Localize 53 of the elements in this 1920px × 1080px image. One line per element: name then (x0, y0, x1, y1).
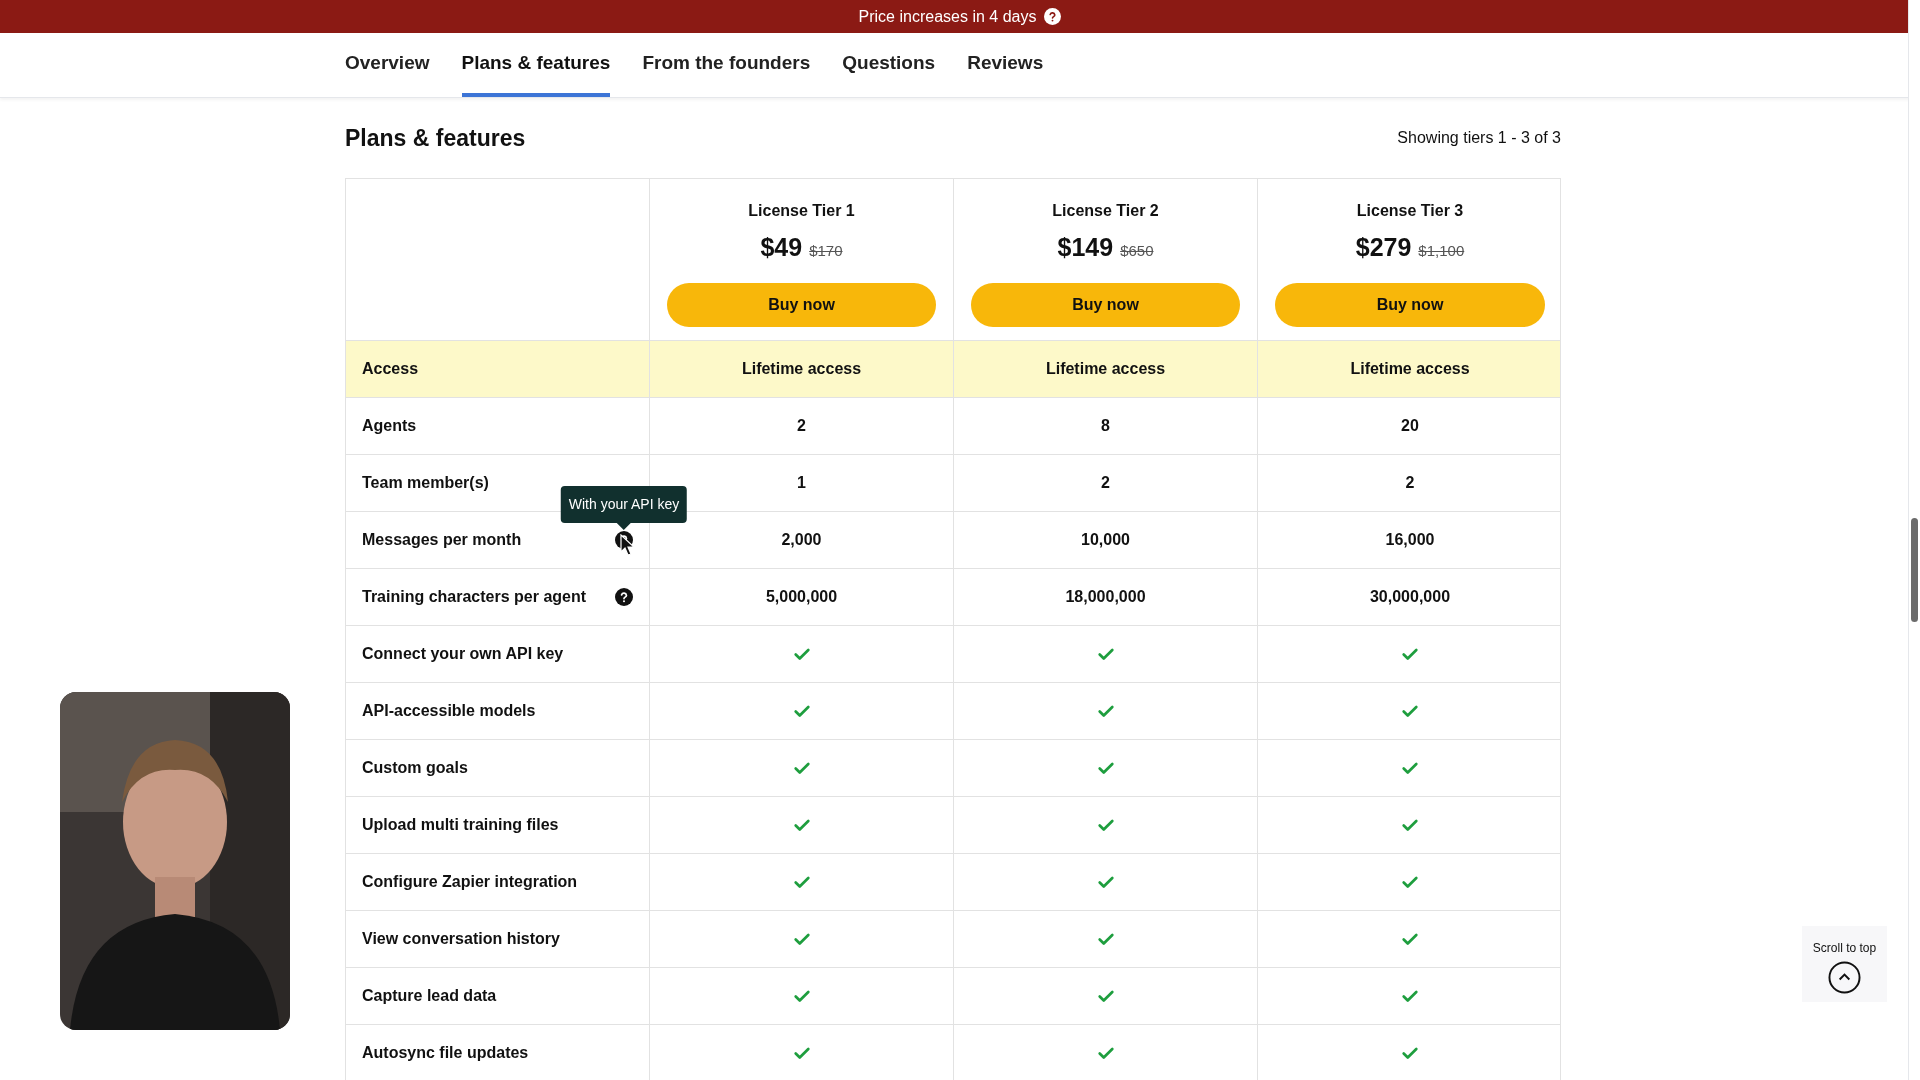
table-cell-text: 30,000,000 (1369, 587, 1451, 607)
table-cell-text: 2 (1405, 473, 1415, 493)
feature-label: Team member(s) (362, 473, 489, 493)
old-price: $170 (809, 241, 843, 261)
table-cell-text: Lifetime access (1045, 359, 1166, 379)
section-title: Plans & features (345, 123, 526, 153)
feature-label: Capture lead data (362, 986, 497, 1006)
scroll-to-top-button[interactable]: Scroll to top (1802, 926, 1887, 1002)
table-cell-text: 2,000 (781, 530, 822, 550)
feature-label: Configure Zapier integration (362, 872, 578, 892)
feature-label: Training characters per agent (362, 587, 587, 607)
tab[interactable]: Overview (345, 33, 430, 97)
feature-label: Access (362, 359, 419, 379)
tier-name: License Tier 2 (1052, 201, 1159, 221)
table-cell-text: 16,000 (1385, 530, 1435, 550)
tier-name: License Tier 3 (1356, 201, 1464, 221)
price: $279 (1355, 232, 1412, 263)
help-icon[interactable] (1044, 8, 1062, 25)
table-cell-text: 10,000 (1081, 530, 1130, 550)
scrollbar-thumb[interactable] (1911, 518, 1918, 622)
feature-label: Autosync file updates (362, 1043, 529, 1063)
table-cell-text: 2 (1101, 473, 1110, 493)
help-icon[interactable] (615, 588, 633, 606)
table-cell-text: 5,000,000 (765, 587, 838, 607)
table-cell-text: 18,000,000 (1065, 587, 1146, 607)
cursor-icon (620, 534, 634, 556)
feature-label: Upload multi training files (362, 815, 559, 835)
tab[interactable]: Questions (842, 33, 936, 97)
feature-label: Custom goals (362, 758, 468, 778)
buy-button[interactable]: Buy now (971, 282, 1240, 327)
feature-label: View conversation history (362, 929, 560, 949)
price: $149 (1057, 232, 1114, 263)
feature-label: API-accessible models (362, 701, 536, 721)
tier-count: Showing tiers 1 - 3 of 3 (1397, 128, 1561, 148)
table-cell-text: Lifetime access (741, 359, 862, 379)
price: $49 (760, 232, 803, 263)
table-cell-text: 2 (797, 416, 806, 436)
banner-text: Price increases in 4 days (858, 6, 1037, 27)
buy-button[interactable]: Buy now (667, 282, 936, 327)
table-cell-text: Lifetime access (1350, 359, 1470, 379)
tier-name: License Tier 1 (748, 201, 855, 221)
old-price: $650 (1120, 241, 1154, 261)
table-cell-text: 20 (1401, 416, 1419, 436)
tab[interactable]: Reviews (967, 33, 1044, 97)
tab[interactable]: From the founders (642, 33, 811, 97)
table-cell-text: 1 (797, 473, 806, 493)
feature-label: Agents (362, 416, 417, 436)
old-price: $1,100 (1418, 241, 1465, 261)
table-cell-text: 8 (1101, 416, 1110, 436)
feature-label: Connect your own API key (362, 644, 564, 664)
buy-button[interactable]: Buy now (1275, 282, 1545, 327)
tab[interactable]: Plans & features (461, 33, 611, 97)
feature-label: Messages per month (362, 530, 522, 550)
